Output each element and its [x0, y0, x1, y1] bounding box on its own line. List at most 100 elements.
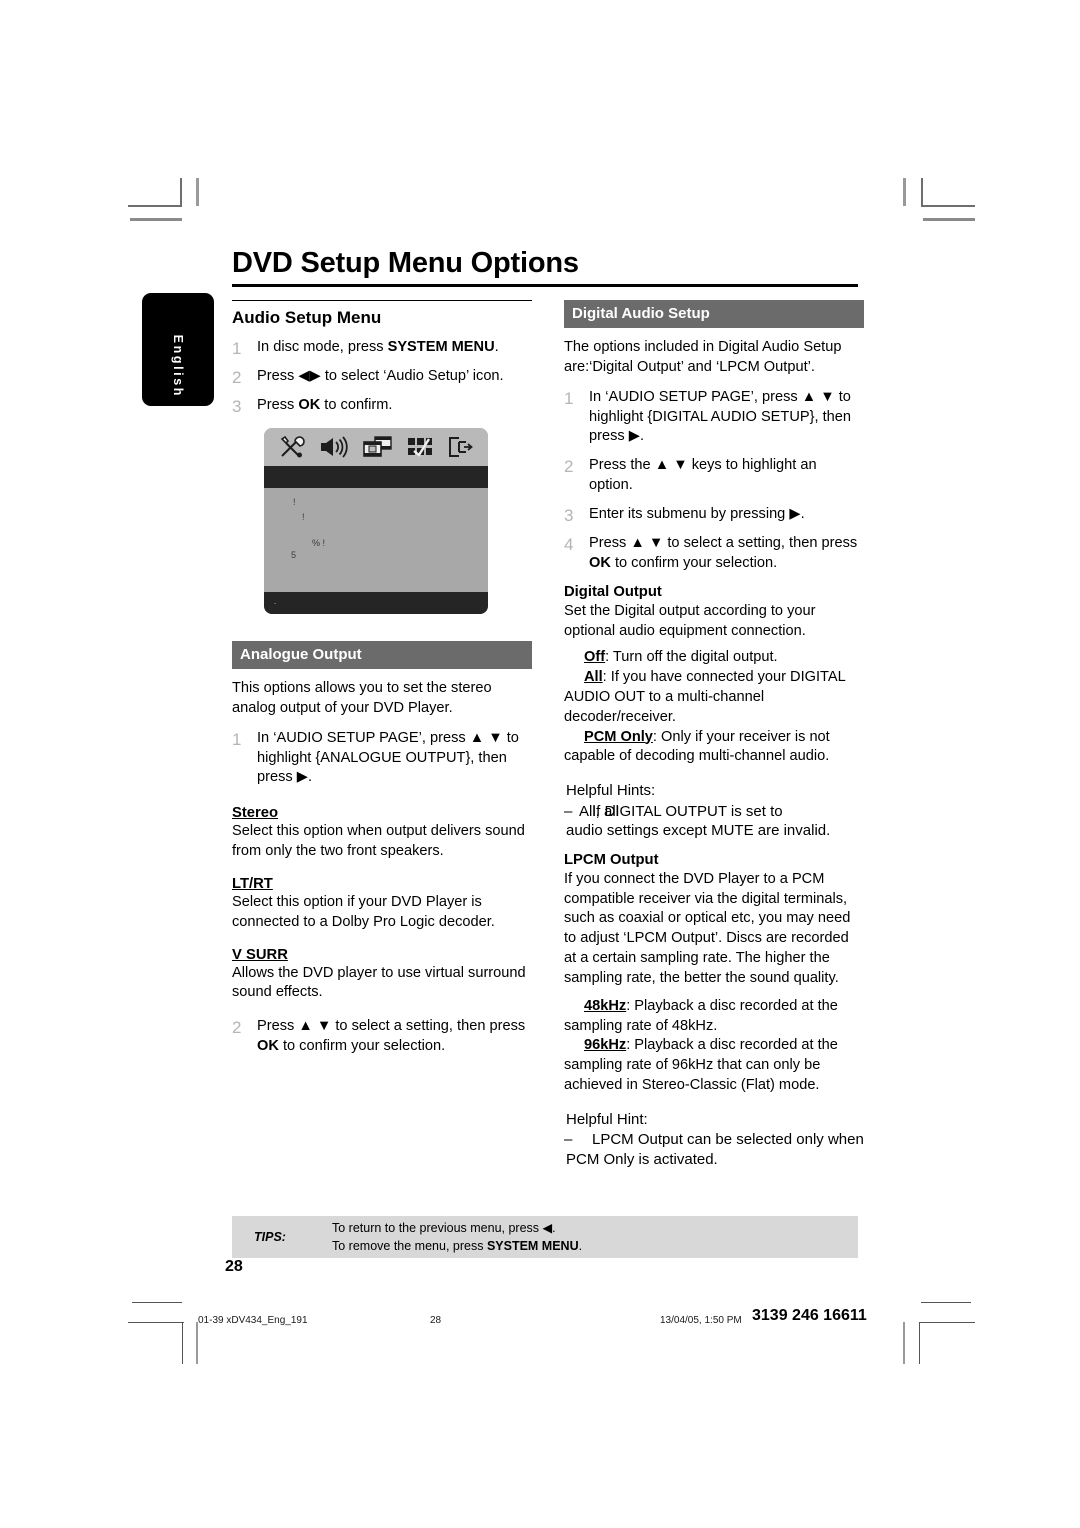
lpcm-output-heading: LPCM Output — [564, 851, 659, 868]
analogue-option: Stereo Select this option when output de… — [232, 797, 532, 862]
film-icon — [363, 436, 393, 458]
language-tab: English — [142, 293, 214, 406]
tips-lines: To return to the previous menu, press ◀.… — [332, 1219, 582, 1255]
option-desc: Allows the DVD player to use virtual sur… — [232, 964, 526, 1001]
hint-text-overlay: All, all — [579, 802, 620, 820]
step-number: 3 — [564, 505, 574, 525]
hint-row: – LPCM Output can be selected only when — [564, 1130, 864, 1150]
option-term: Stereo — [232, 805, 279, 822]
analogue-output-heading: Analogue Output — [232, 641, 532, 669]
left-column: Audio Setup Menu 1 In disc mode, press S… — [232, 300, 532, 425]
dvd-title-bar — [264, 466, 488, 488]
step-number: 4 — [564, 534, 574, 554]
hint-title: Helpful Hints: — [566, 782, 656, 800]
hint-title: Helpful Hint: — [566, 1110, 648, 1128]
menu-glyph-artifact: 5 — [291, 550, 297, 560]
step-text: Press ▲ ▼ to select a setting, then pres… — [257, 1018, 526, 1055]
step-number: 3 — [232, 396, 242, 416]
digital-output-intro: Set the Digital output according to your… — [564, 603, 816, 640]
tips-line: To remove the menu, press SYSTEM MENU. — [332, 1239, 583, 1253]
speaker-icon — [319, 436, 349, 458]
footer-file-name: 01-39 xDV434_Eng_191 — [198, 1315, 308, 1326]
analogue-output-intro: This options allows you to set the stere… — [232, 680, 492, 716]
option-term: V SURR — [232, 946, 288, 963]
preferences-grid-icon — [407, 436, 433, 458]
option-term: 48kHz — [584, 997, 627, 1014]
footer-page-number: 28 — [430, 1315, 442, 1326]
footer-timestamp: 13/04/05, 1:50 PM — [660, 1315, 742, 1326]
step-number: 1 — [232, 339, 242, 359]
page-title-block: DVD Setup Menu Options — [232, 247, 858, 288]
analogue-output-steps-2: 2 Press ▲ ▼ to select a setting, then pr… — [232, 1017, 532, 1057]
option-desc: Select this option when output delivers … — [232, 823, 525, 860]
hint-dash: – — [564, 802, 573, 820]
step-item: 1 In disc mode, press SYSTEM MENU. — [232, 338, 532, 358]
step-text: Press ▲ ▼ to select a setting, then pres… — [589, 534, 858, 571]
tips-box: TIPS: To return to the previous menu, pr… — [232, 1216, 858, 1258]
lpcm-output-helpful-hint: Helpful Hint: – LPCM Output can be selec… — [564, 1110, 864, 1170]
step-number: 1 — [564, 388, 574, 408]
step-text: Press OK to confirm. — [257, 396, 393, 413]
step-number: 2 — [232, 1018, 242, 1038]
tips-line: To return to the previous menu, press ◀. — [332, 1220, 556, 1235]
step-text: Press ◀▶ to select ‘Audio Setup’ icon. — [257, 368, 504, 385]
hint-row-continued: audio settings except MUTE are invalid. — [566, 822, 831, 840]
step-item: 1 In ‘AUDIO SETUP PAGE’, press ▲ ▼ to hi… — [232, 729, 532, 789]
analogue-option: V SURR Allows the DVD player to use virt… — [232, 939, 532, 1004]
step-text: In ‘AUDIO SETUP PAGE’, press ▲ ▼ to high… — [589, 388, 851, 445]
digital-output-option: All: If you have connected your DIGITAL … — [564, 668, 864, 728]
hint-text-base: If DIGITAL OUTPUT is set to — [592, 802, 783, 820]
digital-audio-setup-intro: The options included in Digital Audio Se… — [564, 339, 842, 375]
hint-text: LPCM Output can be selected only when — [592, 1131, 864, 1149]
step-number: 1 — [232, 729, 242, 749]
step-item: 3 Press OK to confirm. — [232, 396, 532, 416]
step-text: In ‘AUDIO SETUP PAGE’, press ▲ ▼ to high… — [257, 729, 519, 786]
menu-glyph-artifact: ! — [293, 497, 296, 507]
option-term: All — [584, 668, 603, 685]
step-number: 2 — [564, 457, 574, 477]
step-item: 3 Enter its submenu by pressing ▶. — [564, 505, 864, 525]
step-text: Press the ▲ ▼ keys to highlight an optio… — [589, 457, 817, 494]
step-item: 2 Press ▲ ▼ to select a setting, then pr… — [232, 1017, 532, 1057]
page-number: 28 — [225, 1258, 243, 1275]
step-item: 2 Press ◀▶ to select ‘Audio Setup’ icon. — [232, 367, 532, 387]
menu-glyph-artifact: % ! — [312, 538, 326, 548]
option-desc: Select this option if your DVD Player is… — [232, 893, 495, 930]
tips-label: TIPS: — [254, 1230, 286, 1244]
dvd-setup-screenshot: ! ! % ! 5 . — [264, 428, 488, 614]
exit-icon — [447, 436, 473, 458]
option-term: 96kHz — [584, 1037, 627, 1054]
option-term: PCM Only — [584, 728, 653, 745]
digital-output-option: Off: Turn off the digital output. — [564, 648, 864, 668]
option-term: LT/RT — [232, 875, 273, 892]
step-item: 2 Press the ▲ ▼ keys to highlight an opt… — [564, 456, 864, 496]
lpcm-output-option: 96kHz: Playback a disc recorded at the s… — [564, 1036, 864, 1096]
digital-output-helpful-hints: Helpful Hints: – If DIGITAL OUTPUT is se… — [564, 781, 864, 841]
analogue-output-steps: 1 In ‘AUDIO SETUP PAGE’, press ▲ ▼ to hi… — [232, 729, 532, 789]
hint-overlap-artifact: If DIGITAL OUTPUT is set to All, all — [579, 802, 783, 822]
step-text: Enter its submenu by pressing ▶. — [589, 505, 805, 522]
audio-setup-menu-heading: Audio Setup Menu — [232, 300, 532, 328]
option-term: Off — [584, 649, 606, 666]
hint-row: – If DIGITAL OUTPUT is set to All, all — [564, 802, 864, 822]
language-tab-label: English — [171, 334, 185, 398]
dvd-menu-body: ! ! % ! 5 — [264, 488, 488, 592]
digital-output-heading: Digital Output — [564, 584, 662, 601]
step-number: 2 — [232, 368, 242, 388]
analogue-output-section: Analogue Output This options allows you … — [232, 641, 532, 1066]
hint-dash: – — [564, 1131, 573, 1149]
lpcm-output-intro: If you connect the DVD Player to a PCM c… — [564, 870, 851, 986]
right-column: Digital Audio Setup The options included… — [564, 300, 864, 1179]
step-text: In disc mode, press SYSTEM MENU. — [257, 339, 499, 356]
page-title: DVD Setup Menu Options — [232, 247, 579, 279]
lpcm-output-option: 48kHz: Playback a disc recorded at the s… — [564, 997, 864, 1037]
step-item: 1 In ‘AUDIO SETUP PAGE’, press ▲ ▼ to hi… — [564, 388, 864, 448]
digital-output-option: PCM Only: Only if your receiver is not c… — [564, 728, 864, 768]
step-item: 4 Press ▲ ▼ to select a setting, then pr… — [564, 534, 864, 574]
menu-glyph-artifact: ! — [302, 512, 305, 522]
digital-audio-setup-heading: Digital Audio Setup — [564, 300, 864, 328]
dvd-footer-bar: . — [264, 592, 488, 614]
option-desc: : If you have connected your DIGITAL AUD… — [564, 668, 846, 725]
tools-icon — [279, 435, 305, 459]
title-rule — [232, 284, 858, 288]
